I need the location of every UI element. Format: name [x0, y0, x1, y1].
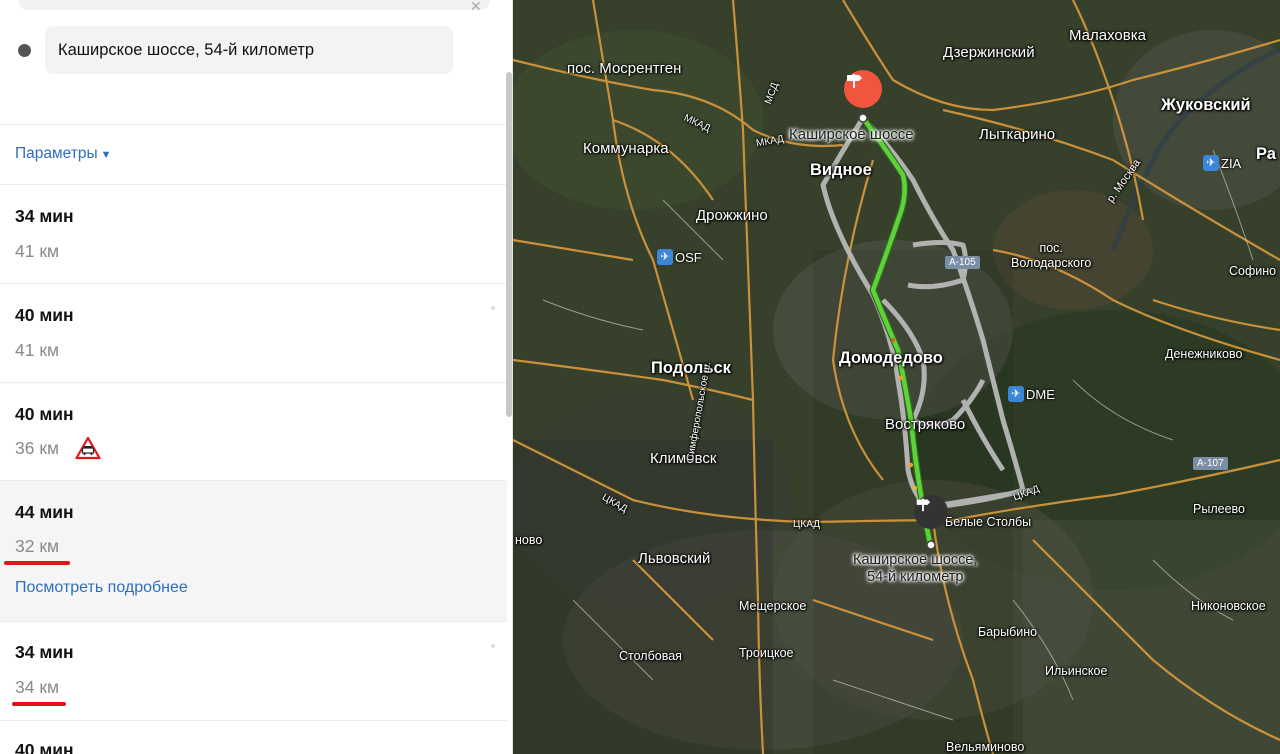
signpost-icon	[847, 74, 862, 88]
place-label: Ра	[1256, 145, 1276, 163]
airport-osf[interactable]: ✈ OSF	[657, 249, 702, 265]
end-label: Каширское шоссе, 54-й километр	[853, 552, 978, 585]
route-distance: 32 км	[15, 536, 60, 556]
place-label: Софино	[1229, 264, 1277, 278]
road-badge: А-105	[945, 256, 980, 269]
airport-code: OSF	[675, 249, 702, 265]
place-label: Столбовая	[619, 649, 682, 663]
destination-text: Каширское шоссе, 54-й километр	[58, 40, 315, 59]
place-label: Домодедово	[839, 349, 943, 367]
place-label: Никоновское	[1191, 599, 1266, 613]
place-label: Жуковский	[1161, 96, 1251, 114]
route-start-pin[interactable]	[844, 70, 882, 108]
route-option-3[interactable]: 40 мин 36 км	[0, 382, 507, 480]
place-label: пос. Володарского	[1011, 241, 1092, 270]
route-distance: 34 км	[15, 677, 60, 697]
route-time: 44 мин	[15, 502, 74, 522]
route-option-2[interactable]: 40 мин 41 км	[0, 283, 507, 382]
airport-code: DME	[1026, 386, 1055, 402]
place-label: Видное	[810, 161, 872, 179]
place-label: Рылеево	[1193, 502, 1245, 516]
place-label: Востряково	[885, 416, 966, 433]
airplane-icon: ✈	[1008, 386, 1024, 402]
start-label: Каширское шоссе	[789, 126, 914, 143]
place-label: Климовск	[650, 450, 717, 467]
airport-dme[interactable]: ✈ DME	[1008, 386, 1055, 402]
red-underline-annotation	[12, 702, 66, 706]
route-details-link[interactable]: Посмотреть подробнее	[15, 579, 188, 597]
route-time: 40 мин	[15, 404, 74, 424]
route-option-4[interactable]: 44 мин 32 км Посмотреть подробнее	[0, 480, 507, 621]
road-badge: А-107	[1193, 457, 1228, 470]
place-label: Вельяминово	[946, 740, 1025, 754]
map-view[interactable]: пос. Мосрентген Дзержинский Малаховка Жу…	[513, 0, 1280, 754]
route-time: 34 мин	[15, 206, 74, 226]
place-label: Подольск	[651, 359, 731, 377]
place-label: пос. Мосрентген	[567, 60, 682, 77]
place-label: Коммунарка	[583, 140, 669, 157]
route-distance: 41 км	[15, 241, 60, 261]
route-distance: 41 км	[15, 340, 60, 360]
place-label: Троицкое	[739, 646, 794, 660]
place-label: Дрожжино	[696, 207, 768, 224]
route-option-5[interactable]: 34 мин 34 км	[0, 621, 507, 720]
place-label: Ильинское	[1045, 664, 1108, 678]
place-label: Барыбино	[978, 625, 1038, 639]
destination-field[interactable]: Каширское шоссе, 54-й километр	[45, 26, 453, 74]
road-label: ЦКАД	[793, 519, 820, 530]
route-option-6[interactable]: 40 мин	[0, 720, 507, 754]
scrollbar[interactable]	[506, 72, 512, 417]
place-label: Денежниково	[1165, 347, 1243, 361]
place-label: Львовский	[638, 550, 711, 567]
airplane-icon: ✈	[1203, 155, 1219, 171]
params-label: Параметры	[15, 145, 98, 162]
place-label: Мещерское	[739, 599, 807, 613]
divider	[0, 124, 507, 125]
signpost-icon	[916, 498, 931, 512]
origin-field[interactable]	[18, 0, 490, 10]
route-option-1[interactable]: 34 мин 41 км	[0, 184, 507, 283]
place-label: Белые Столбы	[945, 515, 1032, 529]
caret-down-icon: ▼	[100, 149, 112, 161]
close-icon[interactable]: ✕	[470, 0, 488, 13]
route-panel: ✕ Каширское шоссе, 54-й километр Парамет…	[0, 0, 513, 754]
route-end-pin[interactable]	[914, 495, 948, 529]
place-label: Малаховка	[1069, 27, 1146, 44]
airplane-icon: ✈	[657, 249, 673, 265]
railway-crossing-warning-icon	[75, 436, 101, 460]
place-label: Лыткарино	[979, 126, 1056, 143]
place-label: Дзержинский	[943, 44, 1035, 61]
destination-dot-icon	[18, 44, 31, 57]
place-label: ново	[515, 533, 543, 547]
chevron-icon	[491, 306, 495, 310]
chevron-icon	[491, 644, 495, 648]
airport-code: ZIA	[1221, 155, 1242, 171]
params-button[interactable]: Параметры ▼	[15, 145, 112, 163]
airport-zia[interactable]: ✈ ZIA	[1203, 155, 1241, 171]
route-distance: 36 км	[15, 438, 60, 458]
red-underline-annotation	[4, 561, 70, 565]
route-time: 40 мин	[15, 740, 74, 754]
route-time: 34 мин	[15, 642, 74, 662]
route-time: 40 мин	[15, 305, 74, 325]
